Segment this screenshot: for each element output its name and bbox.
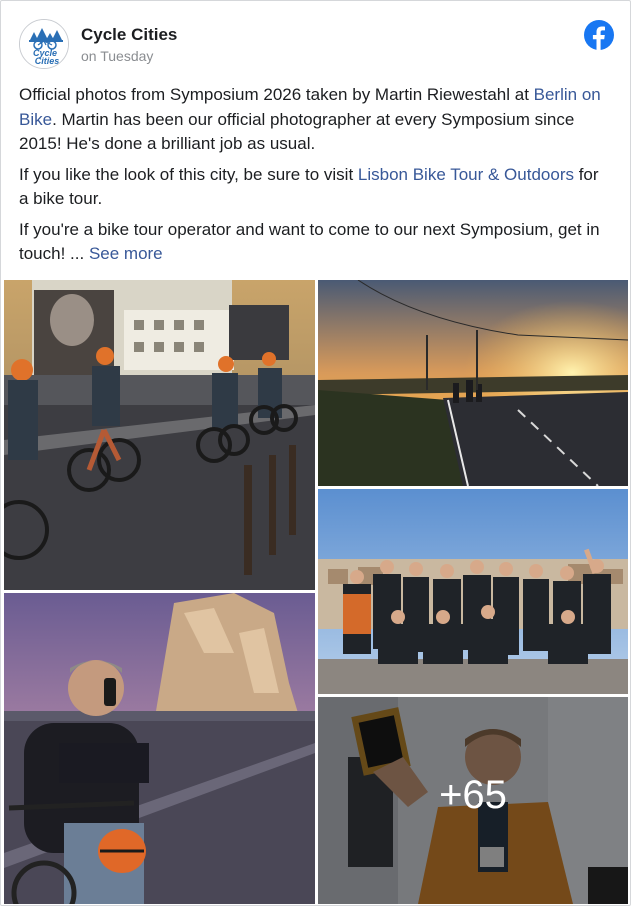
- post-card: Cycle Cities Cycle Cities on Tuesday Off…: [0, 0, 631, 906]
- lisbon-bike-tour-link[interactable]: Lisbon Bike Tour & Outdoors: [358, 165, 574, 184]
- cycle-cities-logo-icon: Cycle Cities: [20, 20, 68, 68]
- svg-text:Cities: Cities: [35, 56, 60, 66]
- photo-sunset-road[interactable]: [318, 280, 628, 486]
- paragraph-text: If you like the look of this city, be su…: [19, 164, 358, 184]
- photo-award-plaque[interactable]: +65: [318, 697, 628, 904]
- post-header: Cycle Cities Cycle Cities on Tuesday: [19, 19, 614, 69]
- post-paragraph: If you're a bike tour operator and want …: [19, 218, 609, 267]
- see-more-link[interactable]: See more: [89, 244, 163, 263]
- photo-cyclists-street[interactable]: [4, 280, 315, 590]
- post-text: Official photos from Symposium 2026 take…: [19, 83, 609, 273]
- page-avatar[interactable]: Cycle Cities: [19, 19, 69, 69]
- photo-man-on-phone[interactable]: [4, 593, 315, 904]
- post-paragraph: If you like the look of this city, be su…: [19, 163, 609, 212]
- more-photos-overlay[interactable]: +65: [318, 697, 628, 904]
- photo-group[interactable]: [318, 489, 628, 694]
- photo-grid: +65: [4, 280, 628, 904]
- page-meta: Cycle Cities on Tuesday: [81, 25, 177, 66]
- page-name[interactable]: Cycle Cities: [81, 25, 177, 45]
- facebook-logo-icon[interactable]: [584, 20, 614, 50]
- more-photos-count: +65: [439, 773, 507, 817]
- paragraph-text: Official photos from Symposium 2026 take…: [19, 85, 534, 104]
- post-paragraph: Official photos from Symposium 2026 take…: [19, 83, 609, 157]
- post-timestamp[interactable]: on Tuesday: [81, 46, 177, 66]
- paragraph-text: . Martin has been our official photograp…: [19, 109, 575, 154]
